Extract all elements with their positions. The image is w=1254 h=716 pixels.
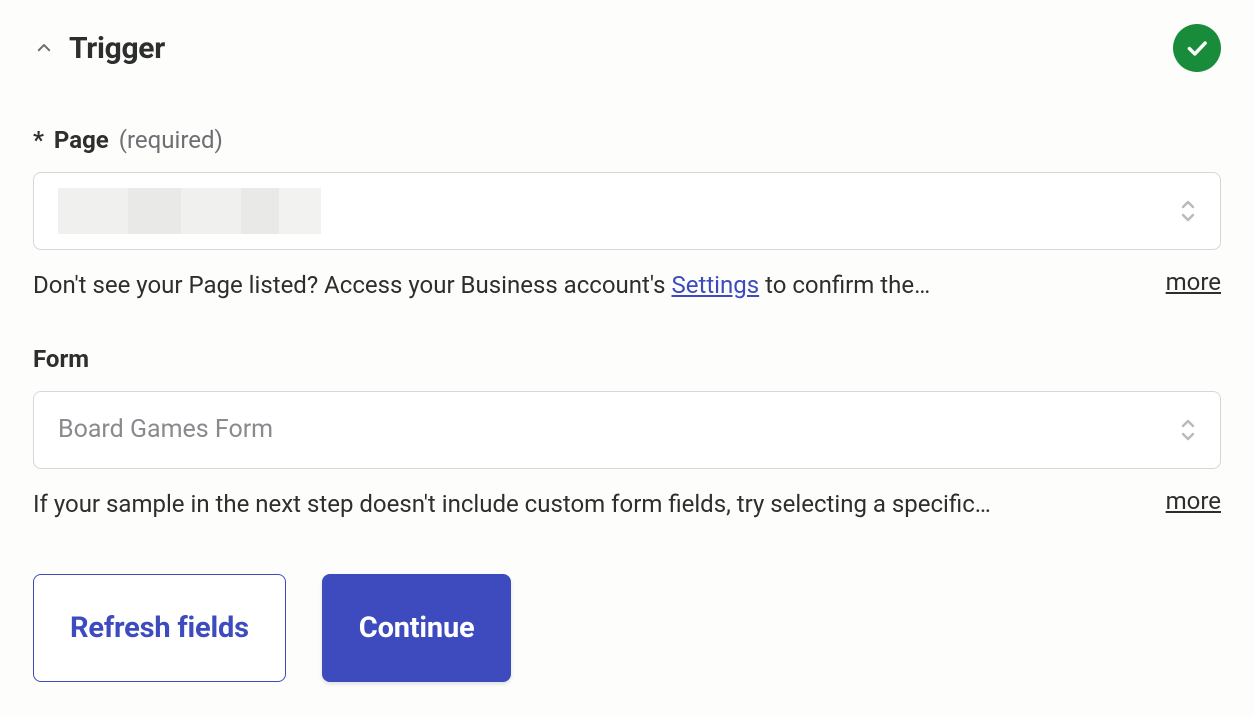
check-icon [1184,35,1210,61]
page-help-text: Don't see your Page listed? Access your … [33,268,1126,303]
required-asterisk: * [33,126,44,154]
page-help-row: Don't see your Page listed? Access your … [33,268,1221,303]
form-select-value: Board Games Form [58,415,273,444]
page-help-after: to confirm the… [759,271,930,299]
page-more-link[interactable]: more [1166,268,1221,296]
page-help-before: Don't see your Page listed? Access your … [33,271,671,299]
required-hint: (required) [119,126,223,154]
page-select-value-redacted [58,188,321,234]
select-updown-icon [1178,416,1198,444]
chevron-up-icon [35,39,53,57]
collapse-toggle[interactable] [33,37,55,59]
field-form-label: Form [33,345,89,373]
header-left: Trigger [33,31,165,66]
field-form-label-row: Form [33,345,1221,373]
form-more-link[interactable]: more [1166,487,1221,515]
settings-link[interactable]: Settings [671,271,759,299]
field-page: * Page (required) Don't see your Page li… [33,126,1221,303]
form-select[interactable]: Board Games Form [33,391,1221,469]
field-page-label: Page [54,126,109,154]
section-title: Trigger [69,31,165,66]
page-select[interactable] [33,172,1221,250]
continue-button[interactable]: Continue [322,574,512,682]
section-header: Trigger [33,24,1221,72]
field-form: Form Board Games Form If your sample in … [33,345,1221,522]
form-help-text: If your sample in the next step doesn't … [33,487,1126,522]
refresh-fields-button[interactable]: Refresh fields [33,574,286,682]
select-updown-icon [1178,197,1198,225]
form-help-row: If your sample in the next step doesn't … [33,487,1221,522]
button-row: Refresh fields Continue [33,574,1221,682]
status-success-badge [1173,24,1221,72]
field-page-label-row: * Page (required) [33,126,1221,154]
